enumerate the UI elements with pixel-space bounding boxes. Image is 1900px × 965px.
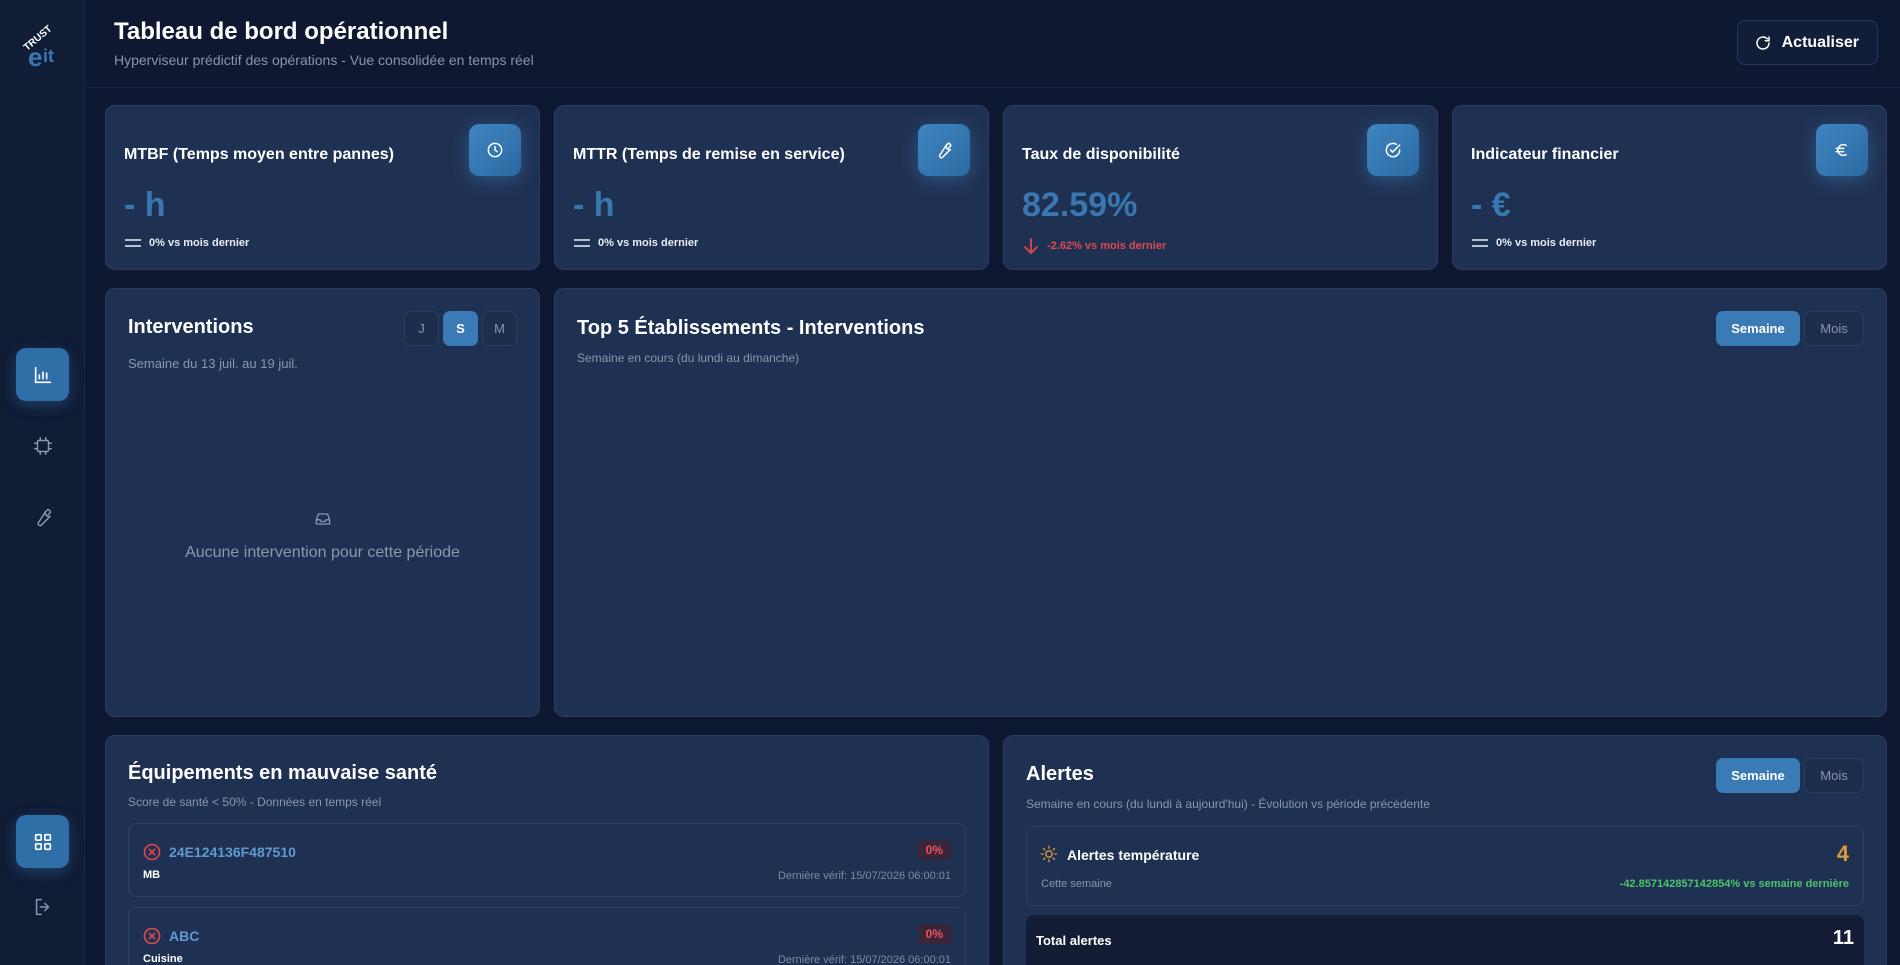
toggle-semaine[interactable]: Semaine [1716,758,1800,793]
interventions-panel: Interventions J S M Semaine du 13 juil. … [105,288,540,717]
error-circle-icon [143,843,161,861]
nav-apps[interactable] [16,815,69,868]
top5-subtitle: Semaine en cours (du lundi au dimanche) [577,351,800,365]
kpi-delta-text: 0% vs mois dernier [598,237,699,249]
kpi-delta-text: 0% vs mois dernier [1496,237,1597,249]
kpi-icon-box [918,124,970,176]
logout-icon [35,898,49,915]
arrow-down-icon [1024,238,1038,254]
empty-state-text: Aucune intervention pour cette période [185,544,460,561]
wrench-icon [938,142,952,159]
nav-logout[interactable] [16,880,69,933]
top5-period-toggle: Semaine Mois [1716,311,1864,346]
empty-state: Aucune intervention pour cette période [106,509,539,562]
equipment-location: Cuisine [143,953,183,965]
grid-icon [34,833,51,850]
equipment-id: 24E124136F487510 [169,844,296,860]
total-alerts: Total alertes 11 [1026,915,1864,965]
kpi-value: 82.59% [1022,186,1138,224]
kpi-card-mttr: MTTR (Temps de remise en service) - h 0%… [554,105,989,270]
nav-dashboard[interactable] [16,348,69,401]
toggle-mois[interactable]: Mois [1804,758,1864,793]
kpi-icon-box [1816,124,1868,176]
kpi-delta: -2.62% vs mois dernier [1022,237,1166,255]
svg-text:e: e [28,42,42,72]
toggle-day[interactable]: J [404,311,439,346]
error-circle-icon [143,927,161,945]
toggle-mois[interactable]: Mois [1804,311,1864,346]
chip-icon [33,436,52,455]
toggle-week[interactable]: S [443,311,478,346]
equipments-title: Équipements en mauvaise santé [128,762,438,784]
kpi-title: MTBF (Temps moyen entre pannes) [124,146,394,163]
health-score-badge: 0% [917,924,951,944]
refresh-label: Actualiser [1781,33,1859,51]
interventions-title: Interventions [128,316,254,338]
kpi-card-mtbf: MTBF (Temps moyen entre pannes) - h 0% v… [105,105,540,270]
equipment-item[interactable]: 24E124136F487510 MB 0% Dernière vérif: 1… [128,823,966,897]
flat-trend-icon [1472,239,1488,247]
nav-equipments[interactable] [16,419,69,472]
top5-chart-area [577,384,1864,694]
interventions-period: Semaine du 13 juil. au 19 juil. [128,356,298,371]
kpi-title: Taux de disponibilité [1022,146,1180,163]
temperature-alerts-count: 4 [1836,841,1849,866]
alerts-period-toggle: Semaine Mois [1716,758,1864,793]
inbox-icon [315,513,330,525]
kpi-delta-text: -2.62% vs mois dernier [1047,240,1167,252]
euro-icon [1835,143,1847,157]
temperature-alerts-period: Cette semaine [1041,878,1112,890]
interventions-period-toggle: J S M [404,311,517,346]
total-alerts-label: Total alertes [1036,933,1112,948]
kpi-card-availability: Taux de disponibilité 82.59% -2.62% vs m… [1003,105,1438,270]
flat-trend-icon [574,239,590,247]
kpi-delta-text: 0% vs mois dernier [149,237,250,249]
kpi-delta: 0% vs mois dernier [124,237,249,249]
sidebar: TRUST e it [0,0,85,965]
equipment-id: ABC [169,928,200,944]
clock-icon [487,142,503,158]
equipments-subtitle: Score de santé < 50% - Données en temps … [128,795,382,809]
alerts-panel: Alertes Semaine en cours (du lundi à auj… [1003,735,1887,965]
equipments-panel: Équipements en mauvaise santé Score de s… [105,735,989,965]
kpi-value: - h [573,186,615,224]
top5-panel: Top 5 Établissements - Interventions Sem… [554,288,1887,717]
kpi-icon-box [1367,124,1419,176]
last-check: Dernière vérif: 15/07/2026 06:00:01 [777,954,951,965]
check-circle-icon [1385,142,1401,158]
top5-title: Top 5 Établissements - Interventions [577,317,925,339]
health-score-badge: 0% [917,840,951,860]
temperature-alerts-label: Alertes température [1067,847,1200,863]
equipment-item[interactable]: ABC Cuisine 0% Dernière vérif: 15/07/202… [128,907,966,965]
refresh-icon [1755,35,1770,50]
kpi-icon-box [469,124,521,176]
page-subtitle: Hyperviseur prédictif des opérations - V… [114,52,534,68]
kpi-value: - h [124,186,166,224]
svg-text:it: it [43,46,54,66]
alerts-subtitle: Semaine en cours (du lundi à aujourd'hui… [1026,797,1430,811]
temperature-alerts-card[interactable]: Alertes température 4 Cette semaine -42.… [1026,826,1864,906]
bar-chart-icon [34,366,51,383]
sun-icon [1040,845,1058,863]
trust-eit-logo[interactable]: TRUST e it [14,22,66,74]
kpi-delta: 0% vs mois dernier [573,237,698,249]
wrench-icon [36,508,51,526]
toggle-semaine[interactable]: Semaine [1716,311,1800,346]
page-title: Tableau de bord opérationnel [114,18,449,45]
kpi-card-financial: Indicateur financier - € 0% vs mois dern… [1452,105,1887,270]
header: Tableau de bord opérationnel Hyperviseur… [86,0,1900,88]
toggle-month[interactable]: M [482,311,517,346]
alerts-title: Alertes [1026,763,1094,785]
refresh-button[interactable]: Actualiser [1736,20,1878,65]
kpi-delta: 0% vs mois dernier [1471,237,1596,249]
kpi-title: MTTR (Temps de remise en service) [573,146,845,163]
kpi-value: - € [1471,186,1511,224]
temperature-alerts-delta: -42.857142857142854% vs semaine dernière [1619,878,1849,890]
nav-maintenance[interactable] [16,490,69,543]
kpi-title: Indicateur financier [1471,146,1619,163]
flat-trend-icon [125,239,141,247]
last-check: Dernière vérif: 15/07/2026 06:00:01 [777,870,951,882]
total-alerts-count: 11 [1832,927,1854,949]
equipment-location: MB [143,869,161,881]
